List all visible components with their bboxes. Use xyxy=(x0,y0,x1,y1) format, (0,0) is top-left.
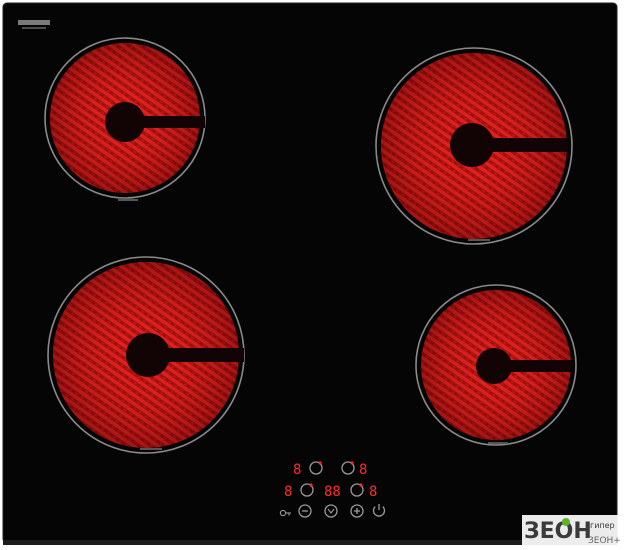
watermark-logo: ЗЕОН гипер ЗЕОН+ xyxy=(522,515,621,547)
display-mid-left: 8 xyxy=(284,484,292,500)
zone-marking xyxy=(140,448,162,450)
watermark-sub-bottom: ЗЕОН+ xyxy=(588,536,621,546)
brand-logo xyxy=(18,20,50,29)
display-mid-center: 88 xyxy=(324,484,341,500)
watermark-main: ЗЕОН xyxy=(524,519,592,544)
display-top-left: 8 xyxy=(293,462,301,478)
zone-marking xyxy=(488,442,508,444)
zone-marking xyxy=(468,239,490,241)
cooktop-image: 8 8 8 88 8 ЗЕОН гипер ЗЕОН+ xyxy=(2,2,621,547)
display-mid-right: 8 xyxy=(369,484,377,500)
display-top-right: 8 xyxy=(359,462,367,478)
watermark-sub-top: гипер xyxy=(590,521,615,530)
zone-marking xyxy=(118,199,138,201)
